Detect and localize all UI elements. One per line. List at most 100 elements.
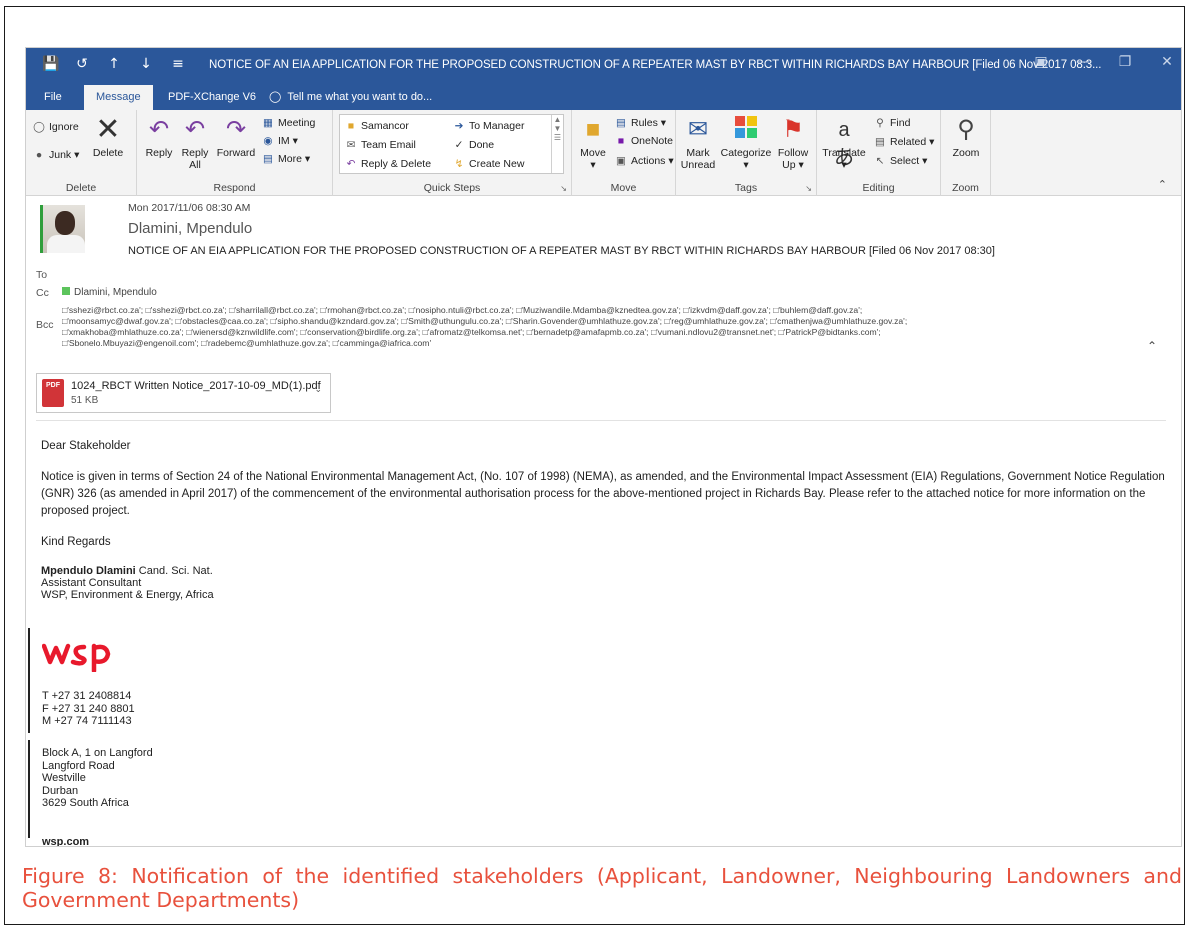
delete-button[interactable]: ✕ Delete bbox=[84, 113, 132, 160]
undo-icon[interactable]: ↺ bbox=[74, 56, 90, 72]
attachment-name: 1024_RBCT Written Notice_2017-10-09_MD(1… bbox=[71, 380, 321, 392]
quickstep-create-new[interactable]: ↯ Create New bbox=[452, 157, 525, 171]
onenote-button[interactable]: ■ OneNote bbox=[614, 134, 673, 148]
reply-button[interactable]: ↶ Reply bbox=[143, 116, 175, 159]
bcc-line[interactable]: □'xmakhoba@mhlathuze.co.za'; □'wienersd@… bbox=[62, 327, 1122, 338]
im-button[interactable]: ◉ IM ▾ bbox=[261, 134, 297, 148]
onenote-label: OneNote bbox=[631, 135, 674, 147]
junk-icon: ● bbox=[35, 149, 43, 161]
select-button[interactable]: ↖ Select ▾ bbox=[873, 154, 928, 168]
bcc-line[interactable]: □'moonsamyc@dwaf.gov.za'; □'obstacles@ca… bbox=[62, 316, 1122, 327]
minimize-icon[interactable]: — bbox=[1073, 54, 1093, 70]
actions-label: Actions bbox=[631, 155, 666, 167]
delete-x-icon: ✕ bbox=[95, 113, 121, 146]
group-label-tags: Tags bbox=[734, 182, 758, 194]
quickstep-samancor[interactable]: ■ Samancor bbox=[344, 119, 409, 133]
attachment-card[interactable]: PDF 1024_RBCT Written Notice_2017-10-09_… bbox=[36, 373, 331, 413]
junk-button[interactable]: ● Junk ▾ bbox=[32, 148, 80, 162]
maximize-icon[interactable]: ❐ bbox=[1115, 54, 1135, 70]
zoom-label: Zoom bbox=[952, 147, 980, 159]
tab-pdf-xchange[interactable]: PDF-XChange V6 bbox=[156, 85, 268, 110]
quickstep-done[interactable]: ✓ Done bbox=[452, 138, 495, 152]
website-link[interactable]: wsp.com bbox=[42, 836, 89, 846]
signature-address: Block A, 1 on Langford Langford Road Wes… bbox=[42, 747, 153, 810]
zoom-button[interactable]: ⚲ Zoom bbox=[947, 116, 985, 159]
address-line: 3629 South Africa bbox=[42, 797, 129, 809]
dialog-launcher-icon[interactable]: ↘ bbox=[560, 184, 567, 193]
phone-f: F +27 31 240 8801 bbox=[42, 702, 135, 715]
ignore-icon: ◯ bbox=[33, 121, 45, 133]
reply-all-button[interactable]: ↶ Reply All bbox=[177, 116, 213, 171]
forward-button[interactable]: ↷ Forward bbox=[215, 116, 257, 159]
bcc-line[interactable]: □'Sbonelo.Mbuyazi@engenoil.com'; □'radeb… bbox=[62, 338, 1122, 349]
window-controls: ▣ — ❐ ✕ bbox=[1031, 54, 1177, 70]
categorize-icon bbox=[731, 116, 761, 144]
outlook-window: 💾 ↺ ↑ ↓ ≡ NOTICE OF AN EIA APPLICATION F… bbox=[25, 47, 1182, 847]
cc-label: Cc bbox=[36, 287, 49, 299]
find-icon: ⚲ bbox=[876, 117, 884, 129]
rules-label: Rules bbox=[631, 117, 658, 129]
quickstep-done-label: Done bbox=[469, 139, 495, 151]
translate-button[interactable]: aあ Translate ▾ bbox=[819, 116, 869, 171]
related-button[interactable]: ▤ Related ▾ bbox=[873, 135, 934, 149]
reply-all-label-2: All bbox=[189, 159, 201, 171]
avatar-body-shape bbox=[47, 235, 85, 253]
title-bar: 💾 ↺ ↑ ↓ ≡ NOTICE OF AN EIA APPLICATION F… bbox=[26, 48, 1181, 85]
rules-button[interactable]: ▤ Rules ▾ bbox=[614, 116, 666, 130]
ribbon-tabs: File Message PDF-XChange V6 ◯ Tell me wha… bbox=[26, 85, 1181, 110]
collapse-header-icon[interactable]: ⌃ bbox=[1147, 339, 1157, 353]
move-button[interactable]: ■ Move ▾ bbox=[576, 116, 610, 171]
collapse-ribbon-icon[interactable]: ⌃ bbox=[1158, 178, 1167, 191]
tell-me-search[interactable]: ◯ Tell me what you want to do... bbox=[269, 85, 444, 110]
tags-dialog-launcher-icon[interactable]: ↘ bbox=[805, 184, 812, 193]
group-label-move: Move bbox=[610, 182, 637, 194]
tab-message[interactable]: Message bbox=[84, 85, 153, 110]
signature-name: Mpendulo Dlamini bbox=[41, 565, 136, 577]
previous-item-icon[interactable]: ↑ bbox=[106, 56, 122, 72]
meeting-button[interactable]: ▦ Meeting bbox=[261, 116, 315, 130]
attachment-dropdown-icon[interactable]: ⌄ bbox=[314, 384, 322, 395]
more-label: More bbox=[278, 153, 302, 165]
more-icon: ▤ bbox=[263, 153, 273, 165]
tab-file[interactable]: File bbox=[32, 85, 74, 110]
envelope-icon: ✉ bbox=[346, 139, 356, 151]
customize-qat-icon[interactable]: ≡ bbox=[170, 56, 186, 72]
ignore-button[interactable]: ◯ Ignore bbox=[32, 120, 79, 134]
body-paragraph: Notice is given in terms of Section 24 o… bbox=[41, 471, 1165, 517]
message-header: Mon 2017/11/06 08:30 AM Dlamini, Mpendul… bbox=[26, 197, 1181, 377]
actions-button[interactable]: ▣ Actions ▾ bbox=[614, 154, 674, 168]
group-delete: ◯ Ignore ● Junk ▾ ✕ Delete Delete bbox=[26, 110, 137, 196]
categorize-button[interactable]: Categorize ▾ bbox=[718, 116, 774, 171]
cc-recipient[interactable]: Dlamini, Mpendulo bbox=[62, 287, 157, 298]
onenote-icon: ■ bbox=[617, 135, 625, 147]
message-subject: NOTICE OF AN EIA APPLICATION FOR THE PRO… bbox=[128, 245, 995, 257]
group-quick-steps: ■ Samancor ➔ To Manager ✉ Team Email ✓ Done … bbox=[333, 110, 572, 196]
group-label-editing: Editing bbox=[862, 182, 895, 194]
more-button[interactable]: ▤ More ▾ bbox=[261, 152, 310, 166]
save-icon[interactable]: 💾 bbox=[42, 56, 59, 72]
header-divider bbox=[36, 420, 1166, 421]
rules-icon: ▤ bbox=[616, 117, 626, 129]
quickstep-to-manager[interactable]: ➔ To Manager bbox=[452, 119, 525, 133]
mark-unread-button[interactable]: ✉ Mark Unread bbox=[678, 116, 718, 171]
close-icon[interactable]: ✕ bbox=[1157, 54, 1177, 70]
ribbon-display-icon[interactable]: ▣ bbox=[1031, 54, 1051, 70]
bcc-line[interactable]: □'sshezi@rbct.co.za'; □'sshezi@rbct.co.z… bbox=[62, 305, 1122, 316]
bcc-recipients: □'sshezi@rbct.co.za'; □'sshezi@rbct.co.z… bbox=[62, 305, 1122, 349]
signature-name-line: Mpendulo Dlamini Cand. Sci. Nat. bbox=[41, 565, 1166, 577]
reply-icon: ↶ bbox=[148, 116, 170, 143]
sender-name[interactable]: Dlamini, Mpendulo bbox=[128, 220, 252, 237]
quickstep-reply-delete[interactable]: ↶ Reply & Delete bbox=[344, 157, 431, 171]
quickstep-team-email[interactable]: ✉ Team Email bbox=[344, 138, 416, 152]
folder-icon: ■ bbox=[347, 120, 355, 132]
group-label-respond: Respond bbox=[213, 182, 256, 194]
next-item-icon[interactable]: ↓ bbox=[138, 56, 154, 72]
categorize-label: Categorize bbox=[720, 147, 772, 159]
quick-steps-scroll[interactable]: ▲ ▼ ☰ bbox=[551, 115, 563, 173]
actions-icon: ▣ bbox=[616, 155, 626, 167]
message-date: Mon 2017/11/06 08:30 AM bbox=[128, 202, 251, 214]
meeting-icon: ▦ bbox=[263, 117, 273, 129]
find-button[interactable]: ⚲ Find bbox=[873, 116, 910, 130]
move-folder-icon: ■ bbox=[585, 116, 601, 143]
follow-up-button[interactable]: ⚑ Follow Up ▾ bbox=[774, 116, 812, 171]
